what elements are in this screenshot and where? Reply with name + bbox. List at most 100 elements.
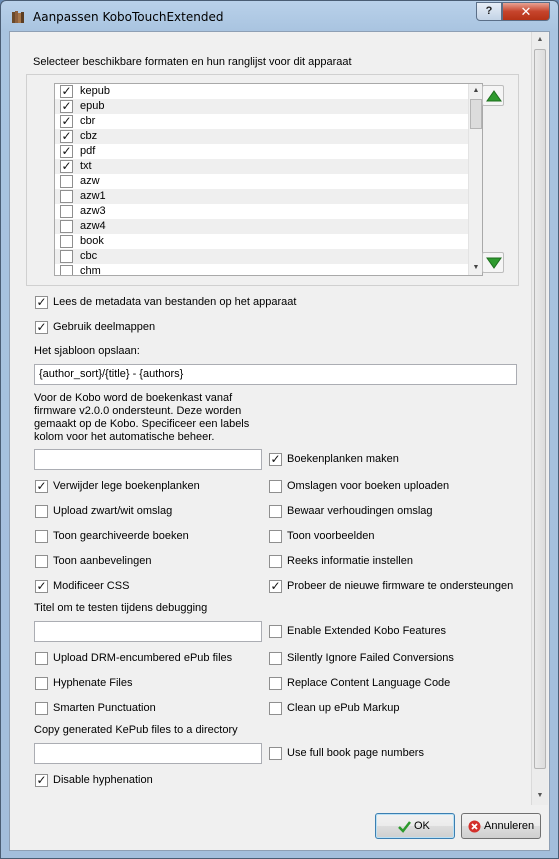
format-list-item[interactable]: ✓ cbr bbox=[55, 114, 468, 129]
checkbox-label: Clean up ePub Markup bbox=[287, 702, 400, 714]
format-checkbox[interactable]: ✓ bbox=[60, 130, 73, 143]
checkbox-label: Enable Extended Kobo Features bbox=[287, 625, 447, 637]
checkbox-box[interactable] bbox=[35, 555, 48, 568]
settings-scroll-area: Selecteer beschikbare formaten en hun ra… bbox=[10, 32, 530, 804]
format-label: chm bbox=[80, 265, 101, 276]
format-list-item[interactable]: ✓ kepub bbox=[55, 84, 468, 99]
checkbox-label: Bewaar verhoudingen omslag bbox=[287, 505, 433, 517]
format-list-item[interactable]: chm bbox=[55, 264, 468, 276]
checkbox-label: Use full book page numbers bbox=[287, 747, 424, 759]
scroll-up-arrow-icon[interactable]: ▲ bbox=[532, 32, 548, 48]
format-list-item[interactable]: azw3 bbox=[55, 204, 468, 219]
checkbox-box[interactable] bbox=[35, 677, 48, 690]
checkbox-label: Toon voorbeelden bbox=[287, 530, 375, 542]
shelves-info-line: kolom voor het automatische beheer. bbox=[34, 431, 215, 443]
checkbox-box[interactable] bbox=[269, 625, 282, 638]
format-checkbox[interactable]: ✓ bbox=[60, 145, 73, 158]
checkbox-label: Toon gearchiveerde boeken bbox=[53, 530, 189, 542]
checkbox-label: Gebruik deelmappen bbox=[53, 321, 156, 333]
format-label: epub bbox=[80, 100, 105, 112]
format-label: azw3 bbox=[80, 205, 106, 217]
format-checkbox[interactable]: ✓ bbox=[60, 160, 73, 173]
checkbox-label: Probeer de nieuwe firmware te ondersteun… bbox=[287, 580, 514, 592]
format-list-item[interactable]: cbc bbox=[55, 249, 468, 264]
format-label: azw4 bbox=[80, 220, 106, 232]
cancel-label: Annuleren bbox=[484, 820, 535, 832]
format-list-item[interactable]: ✓ epub bbox=[55, 99, 468, 114]
checkbox-box[interactable] bbox=[269, 677, 282, 690]
ok-button[interactable]: OK bbox=[375, 813, 455, 839]
checkbox-box[interactable]: ✓ bbox=[35, 774, 48, 787]
green-down-arrow-icon bbox=[486, 257, 502, 269]
checkbox-label: Boekenplanken maken bbox=[287, 453, 399, 465]
scroll-down-arrow-icon[interactable]: ▼ bbox=[469, 261, 482, 275]
formats-list[interactable]: ✓ kepub ✓ epub ✓ cbr ✓ cbz ✓ pdf ✓ txt azw azw1 azw3 az… bbox=[54, 83, 483, 276]
green-up-arrow-icon bbox=[486, 90, 502, 102]
save-template-input[interactable]: {author_sort}/{title} - {authors} bbox=[34, 364, 517, 385]
shelves-info-line: Voor de Kobo word de boekenkast vanaf bbox=[34, 392, 233, 404]
checkbox-label: Upload DRM-encumbered ePub files bbox=[53, 652, 233, 664]
format-checkbox[interactable] bbox=[60, 265, 73, 275]
checkbox-box[interactable]: ✓ bbox=[35, 321, 48, 334]
shelves-column-input[interactable] bbox=[34, 449, 262, 470]
checkbox-label: Lees de metadata van bestanden op het ap… bbox=[53, 296, 297, 308]
format-checkbox[interactable] bbox=[60, 220, 73, 233]
calibre-books-icon bbox=[12, 11, 24, 23]
checkbox-label: Upload zwart/wit omslag bbox=[53, 505, 173, 517]
format-checkbox[interactable]: ✓ bbox=[60, 115, 73, 128]
scroll-up-arrow-icon[interactable]: ▲ bbox=[469, 84, 482, 98]
move-down-button[interactable] bbox=[482, 252, 504, 273]
checkbox-box[interactable] bbox=[269, 702, 282, 715]
checkbox-label: Modificeer CSS bbox=[53, 580, 130, 592]
formats-heading: Selecteer beschikbare formaten en hun ra… bbox=[33, 56, 352, 68]
format-checkbox[interactable] bbox=[60, 205, 73, 218]
title-bar[interactable]: Aanpassen KoboTouchExtended ? ✕ bbox=[1, 1, 558, 31]
format-list-item[interactable]: azw1 bbox=[55, 189, 468, 204]
checkbox-box[interactable] bbox=[269, 505, 282, 518]
format-label: cbc bbox=[80, 250, 98, 262]
checkbox-box[interactable] bbox=[35, 702, 48, 715]
settings-scroll-thumb[interactable] bbox=[534, 49, 546, 769]
format-checkbox[interactable]: ✓ bbox=[60, 85, 73, 98]
checkbox-box[interactable] bbox=[269, 530, 282, 543]
checkbox-box[interactable]: ✓ bbox=[35, 296, 48, 309]
settings-scrollbar[interactable]: ▲ ▼ bbox=[531, 32, 548, 805]
checkbox-box[interactable] bbox=[269, 652, 282, 665]
format-checkbox[interactable] bbox=[60, 235, 73, 248]
format-list-item[interactable]: ✓ txt bbox=[55, 159, 468, 174]
cancel-button[interactable]: Annuleren bbox=[461, 813, 541, 839]
format-checkbox[interactable] bbox=[60, 175, 73, 188]
copy-kepub-label: Copy generated KePub files to a director… bbox=[34, 724, 238, 736]
checkbox-box[interactable] bbox=[35, 652, 48, 665]
checkbox-box[interactable] bbox=[269, 480, 282, 493]
format-list-item[interactable]: ✓ pdf bbox=[55, 144, 468, 159]
copy-kepub-input[interactable] bbox=[34, 743, 262, 764]
format-checkbox[interactable]: ✓ bbox=[60, 100, 73, 113]
move-up-button[interactable] bbox=[482, 85, 504, 106]
format-list-item[interactable]: ✓ cbz bbox=[55, 129, 468, 144]
checkbox-box[interactable] bbox=[35, 530, 48, 543]
scroll-down-arrow-icon[interactable]: ▼ bbox=[532, 788, 548, 804]
format-list-item[interactable]: book bbox=[55, 234, 468, 249]
checkbox-box[interactable] bbox=[269, 555, 282, 568]
checkmark-icon bbox=[398, 821, 411, 833]
dialog-client-area: Selecteer beschikbare formaten en hun ra… bbox=[9, 31, 550, 851]
formats-list-scroll-thumb[interactable] bbox=[470, 99, 482, 129]
checkbox-box[interactable] bbox=[269, 747, 282, 760]
checkbox-box[interactable]: ✓ bbox=[269, 453, 282, 466]
help-button[interactable]: ? bbox=[476, 2, 502, 21]
checkbox-box[interactable]: ✓ bbox=[269, 580, 282, 593]
debug-title-input[interactable] bbox=[34, 621, 262, 642]
close-button[interactable]: ✕ bbox=[502, 2, 550, 21]
checkbox-box[interactable]: ✓ bbox=[35, 480, 48, 493]
format-label: book bbox=[80, 235, 104, 247]
format-label: pdf bbox=[80, 145, 96, 157]
checkbox-box[interactable] bbox=[35, 505, 48, 518]
format-list-item[interactable]: azw4 bbox=[55, 219, 468, 234]
format-label: azw1 bbox=[80, 190, 106, 202]
checkbox-box[interactable]: ✓ bbox=[35, 580, 48, 593]
format-checkbox[interactable] bbox=[60, 250, 73, 263]
format-list-item[interactable]: azw bbox=[55, 174, 468, 189]
format-checkbox[interactable] bbox=[60, 190, 73, 203]
formats-list-scrollbar[interactable]: ▲ ▼ bbox=[468, 84, 482, 275]
